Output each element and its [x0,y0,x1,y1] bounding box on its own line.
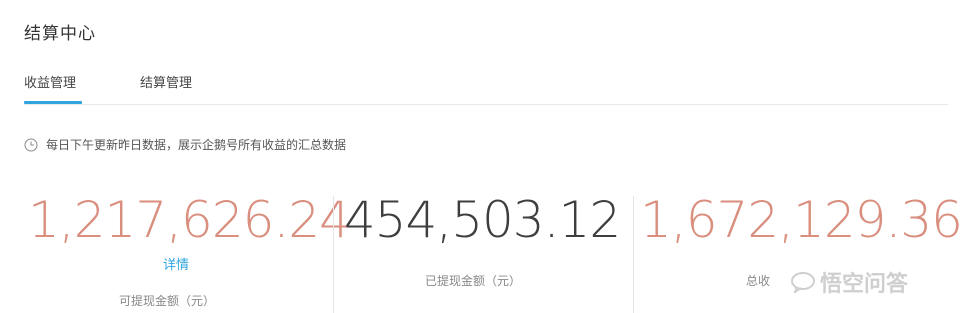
active-tab-indicator [24,101,82,104]
stat-withdrawn: 454,503.12 [342,190,622,250]
update-notice: 每日下午更新昨日数据，展示企鹅号所有收益的汇总数据 [24,136,346,153]
details-link[interactable]: 详情 [163,254,189,273]
total-earnings-amount: 1,672,129.36 [640,191,963,249]
chat-bubble-icon [790,271,816,295]
tab-bar: 收益管理 结算管理 [24,70,948,105]
page-title: 结算中心 [24,24,96,44]
wukong-watermark: 悟空问答 [790,266,908,298]
clock-icon [24,138,38,152]
tab-settlement-management[interactable]: 结算管理 [140,72,192,91]
withdrawable-amount: 1,217,626.24 [28,191,351,249]
withdrawn-label: 已提现金额（元） [425,274,522,288]
withdrawable-label: 可提现金额（元） [119,294,216,308]
notice-text: 每日下午更新昨日数据，展示企鹅号所有收益的汇总数据 [46,138,347,152]
divider [633,196,634,313]
total-earnings-label: 总收 [746,274,771,288]
withdrawn-amount: 454,503.12 [343,191,621,249]
stat-total-earnings: 1,672,129.36 [640,190,963,250]
tab-earnings-management[interactable]: 收益管理 [24,72,76,91]
divider [333,196,334,313]
stat-withdrawable: 1,217,626.24 [28,190,351,250]
watermark-text: 悟空问答 [820,272,909,297]
